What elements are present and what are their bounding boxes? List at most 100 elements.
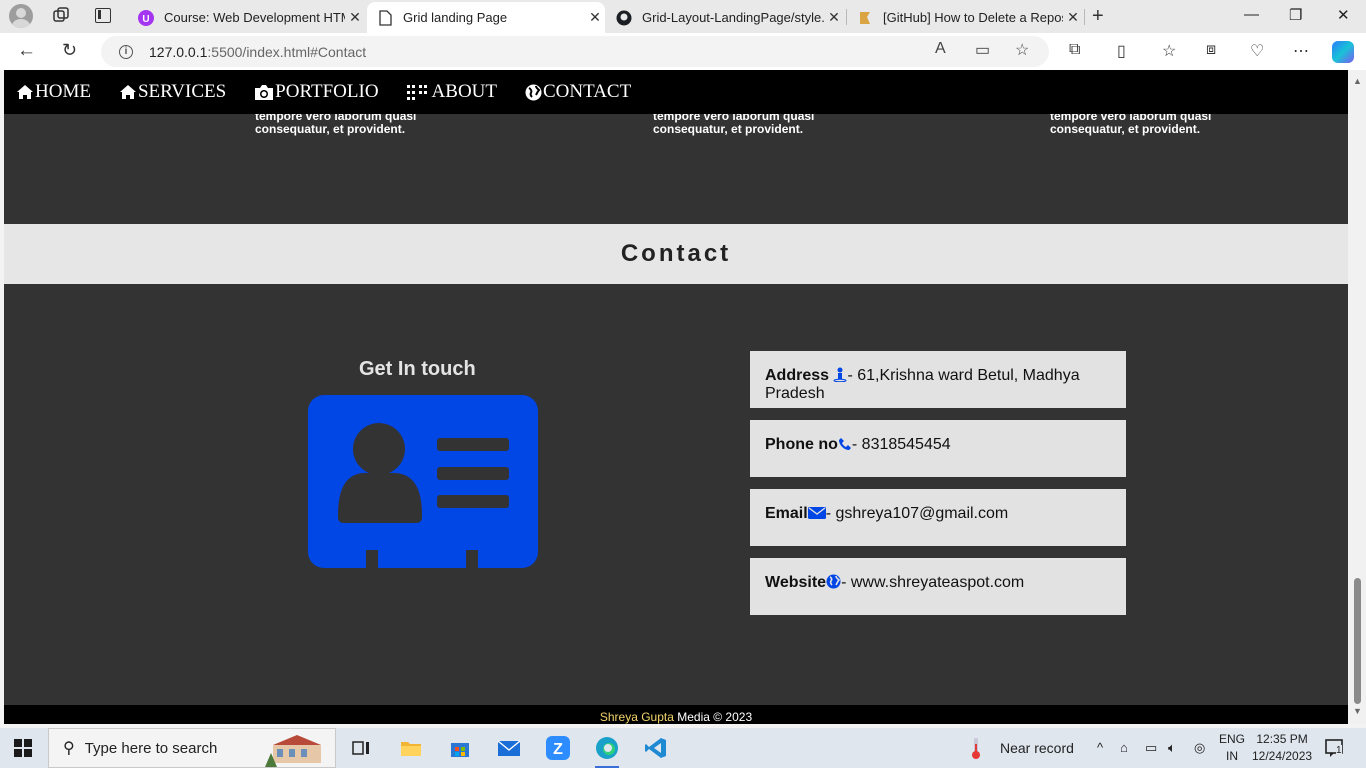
browser-essentials-icon[interactable]: ♡ <box>1250 41 1264 61</box>
tab-grid-landing[interactable]: Grid landing Page ✕ <box>367 2 605 33</box>
site-info-icon[interactable]: i <box>119 44 133 59</box>
address-field[interactable]: i 127.0.0.1:5500/index.html#Contact <box>101 36 1049 67</box>
workspaces-icon[interactable] <box>53 7 70 24</box>
vscode-icon[interactable] <box>642 734 670 762</box>
nav-label: CONTACT <box>543 81 632 102</box>
scroll-up-icon[interactable]: ▲ <box>1353 76 1362 86</box>
website-label: Website <box>765 574 827 591</box>
windows-taskbar: ⚲ Type here to search Z Near record ^ ⌂ … <box>0 728 1366 768</box>
email-box: Email - gshreya107@gmail.com <box>750 489 1126 546</box>
language-indicator[interactable]: ENG IN <box>1219 731 1245 765</box>
home-icon <box>17 85 33 99</box>
nav-label: PORTFOLIO <box>275 81 379 102</box>
scrollbar-thumb[interactable] <box>1354 578 1361 704</box>
profile-avatar-icon[interactable] <box>9 4 33 28</box>
new-tab-button[interactable]: + <box>1092 5 1104 28</box>
close-tab-icon[interactable]: ✕ <box>345 9 365 26</box>
tab-github-style[interactable]: Grid-Layout-LandingPage/style.c ✕ <box>606 2 844 33</box>
more-options-icon[interactable]: ⋯ <box>1293 41 1309 61</box>
system-clock[interactable]: 12:35 PM 12/24/2023 <box>1252 731 1312 765</box>
site-footer: Shreya Gupta Media © 2023 <box>4 705 1348 724</box>
page-icon <box>377 9 393 26</box>
clock-time: 12:35 PM <box>1256 732 1308 746</box>
nav-about-link[interactable]: ABOUT <box>406 81 497 103</box>
url-path: :5500/index.html#Contact <box>207 43 367 60</box>
zoom-icon[interactable]: Z <box>544 734 572 762</box>
close-tab-icon[interactable]: ✕ <box>585 9 605 26</box>
clock-date: 12/24/2023 <box>1252 749 1313 763</box>
globe-icon <box>826 574 841 589</box>
camera-icon <box>255 84 274 100</box>
contact-title: Contact <box>620 240 732 267</box>
close-tab-icon[interactable]: ✕ <box>824 9 844 26</box>
immersive-reader-icon[interactable]: ▭ <box>975 40 990 60</box>
nav-services-link[interactable]: SERVICES <box>119 81 226 103</box>
text-line: consequatur, et provident. <box>1050 122 1201 136</box>
windows-start-icon[interactable] <box>14 739 32 757</box>
weather-text[interactable]: Near record <box>1000 740 1074 756</box>
meet-now-icon[interactable]: ◎ <box>1194 740 1205 756</box>
tab-github-delete[interactable]: [GitHub] How to Delete a Reposit ✕ <box>847 2 1083 33</box>
minimize-button[interactable]: — <box>1244 6 1259 23</box>
vertical-tabs-icon[interactable] <box>95 8 111 23</box>
website-value: - www.shreyateaspot.com <box>841 574 1025 591</box>
close-window-button[interactable]: ✕ <box>1337 6 1350 24</box>
web-page: HOME SERVICES PORTFOLIO ABOUT CONTACT te… <box>4 70 1348 724</box>
task-view-icon[interactable] <box>347 734 375 762</box>
nav-portfolio-link[interactable]: PORTFOLIO <box>254 81 379 103</box>
read-aloud-icon[interactable]: A <box>935 40 946 58</box>
url-text[interactable]: 127.0.0.1:5500/index.html#Contact <box>149 44 366 60</box>
globe-icon <box>525 84 542 100</box>
id-card-icon <box>308 395 538 568</box>
copilot-icon[interactable] <box>1332 41 1354 63</box>
search-icon: ⚲ <box>63 740 75 757</box>
nav-label: SERVICES <box>137 81 227 102</box>
github-icon <box>616 10 632 26</box>
website-box: Website - www.shreyateaspot.com <box>750 558 1126 615</box>
back-arrow-icon[interactable]: ← <box>17 40 36 62</box>
taskbar-search-box[interactable]: ⚲ Type here to search <box>48 728 336 768</box>
extensions-icon[interactable]: ⧉ <box>1069 41 1080 59</box>
network-icon[interactable]: ⌂ <box>1120 740 1128 755</box>
notifications-icon[interactable]: 1 <box>1324 737 1346 762</box>
envelope-icon <box>807 507 826 519</box>
address-toolbar: ← ↻ i 127.0.0.1:5500/index.html#Contact … <box>0 33 1366 70</box>
favorite-star-icon[interactable]: ☆ <box>1015 40 1029 60</box>
collections-icon[interactable]: ⧈ <box>1206 41 1216 59</box>
phone-label: Phone no <box>765 436 838 453</box>
refresh-icon[interactable]: ↻ <box>62 40 77 61</box>
favorites-icon[interactable]: ☆ <box>1162 41 1176 61</box>
volume-icon[interactable]: 🔈︎ <box>1168 740 1176 756</box>
language-code: ENG <box>1219 732 1246 746</box>
weather-icon[interactable] <box>968 736 984 763</box>
udemy-icon: U <box>138 9 154 26</box>
search-placeholder: Type here to search <box>84 739 218 757</box>
edge-browser-icon[interactable] <box>593 734 621 768</box>
split-screen-icon[interactable]: ▯ <box>1117 41 1126 61</box>
nav-label: ABOUT <box>431 81 497 102</box>
restore-button[interactable]: ❐ <box>1289 6 1302 24</box>
phone-value: - 8318545454 <box>851 436 951 453</box>
site-navbar: HOME SERVICES PORTFOLIO ABOUT CONTACT <box>4 70 1348 114</box>
battery-icon[interactable]: ▭ <box>1145 740 1157 756</box>
mail-icon[interactable] <box>495 734 523 762</box>
phone-icon <box>838 438 851 450</box>
show-hidden-icons[interactable]: ^ <box>1097 740 1103 755</box>
nav-label: HOME <box>35 81 91 102</box>
phone-box: Phone no - 8318545454 <box>750 420 1126 477</box>
footer-author: Shreya Gupta <box>599 710 674 724</box>
page-scrollbar[interactable]: ▲ ▼ <box>1348 70 1366 724</box>
tab-course[interactable]: U Course: Web Development HTML ✕ <box>128 2 365 33</box>
article-icon <box>857 10 873 26</box>
tab-title: Course: Web Development HTML <box>164 10 345 25</box>
scroll-down-icon[interactable]: ▼ <box>1353 706 1362 716</box>
footer-copyright: Media © 2023 <box>673 710 753 724</box>
close-tab-icon[interactable]: ✕ <box>1063 9 1083 26</box>
microsoft-store-icon[interactable] <box>446 734 474 762</box>
email-label: Email <box>765 505 808 522</box>
file-explorer-icon[interactable] <box>397 734 425 762</box>
browser-tab-bar: U Course: Web Development HTML ✕ Grid la… <box>0 0 1366 33</box>
nav-home-link[interactable]: HOME <box>16 81 91 103</box>
grid-icon <box>406 84 427 100</box>
nav-contact-link[interactable]: CONTACT <box>525 81 631 103</box>
